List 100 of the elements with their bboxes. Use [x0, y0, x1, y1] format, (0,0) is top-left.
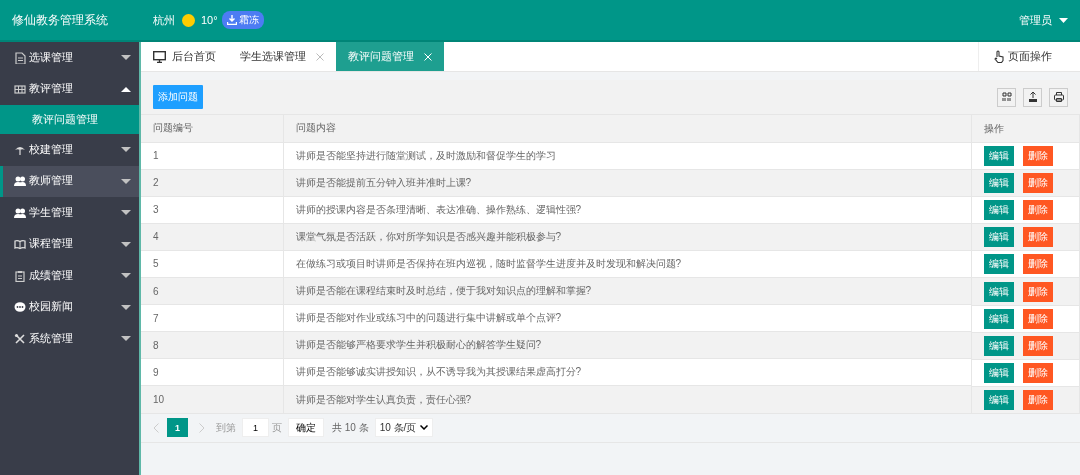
column-header: 问题编号: [153, 122, 193, 134]
table-cell: 讲师是否能对作业或练习中的问题进行集中讲解或单个点评?: [283, 304, 972, 332]
delete-button[interactable]: 删除: [1023, 254, 1053, 275]
page-unit-label: 页: [272, 420, 282, 435]
edit-button[interactable]: 编辑: [984, 335, 1014, 356]
column-header: 问题内容: [295, 122, 336, 134]
book-icon: [14, 238, 26, 251]
caret-down-icon: [121, 210, 131, 216]
caret-down-icon: [121, 55, 131, 61]
users-icon: [14, 206, 26, 219]
delete-button[interactable]: 删除: [1023, 281, 1053, 302]
edit-button[interactable]: 编辑: [984, 389, 1014, 410]
sidebar-item[interactable]: 校园新闻: [0, 291, 139, 323]
table-cell: 讲师是否能在课程结束时及时总结，便于我对知识点的理解和掌握?: [283, 277, 972, 305]
edit-button[interactable]: 编辑: [984, 173, 1014, 194]
weather-label: 霜冻: [238, 13, 259, 27]
edit-button[interactable]: 编辑: [984, 254, 1014, 275]
sidebar-subitem[interactable]: 教评问题管理: [0, 105, 139, 134]
chevron-left-icon: [153, 422, 159, 433]
delete-button[interactable]: 删除: [1023, 362, 1053, 383]
delete-button[interactable]: 删除: [1023, 200, 1053, 221]
caret-down-icon: [121, 241, 131, 247]
export-icon: [1026, 91, 1039, 103]
tools-icon: [14, 332, 26, 345]
table-cell: 1: [141, 142, 283, 170]
grid-icon: [14, 83, 26, 96]
sidebar-item[interactable]: 学生管理: [0, 197, 139, 229]
table-cell: 9: [141, 358, 283, 386]
delete-button[interactable]: 删除: [1023, 146, 1053, 167]
caret-down-icon: [121, 336, 131, 342]
tab[interactable]: 教评问题管理: [336, 42, 444, 71]
page-button[interactable]: 1: [167, 418, 188, 438]
delete-button[interactable]: 删除: [1023, 335, 1053, 356]
print-icon: [1052, 91, 1065, 103]
edit-button[interactable]: 编辑: [984, 308, 1014, 329]
add-question-button[interactable]: 添加问题: [153, 85, 203, 109]
user-menu[interactable]: 管理员: [1019, 12, 1068, 28]
caret-up-icon: [121, 86, 131, 92]
edit-button[interactable]: 编辑: [984, 281, 1014, 302]
users-icon: [14, 175, 26, 188]
delete-button[interactable]: 删除: [1023, 389, 1053, 410]
edit-button[interactable]: 编辑: [984, 200, 1014, 221]
edit-button[interactable]: 编辑: [984, 227, 1014, 248]
goto-label: 到第: [216, 420, 236, 435]
caret-down-icon: [121, 178, 131, 184]
edit-button[interactable]: 编辑: [984, 362, 1014, 383]
table-cell: 7: [141, 304, 283, 332]
sidebar-item[interactable]: 校建管理: [0, 134, 139, 166]
city-label: 杭州: [153, 12, 175, 28]
app-title: 修仙教务管理系统: [12, 11, 109, 29]
close-icon: [316, 52, 324, 61]
monitor-icon: [153, 50, 166, 63]
table-cell: 课堂气氛是否活跃，你对所学知识是否感兴趣并能积极参与?: [283, 223, 972, 251]
table-cell: 5: [141, 250, 283, 278]
caret-down-icon: [121, 304, 131, 310]
table-cell: 4: [141, 223, 283, 251]
table-cell: 讲师是否能够严格要求学生并积极耐心的解答学生疑问?: [283, 331, 972, 359]
chevron-right-icon: [199, 422, 205, 433]
caret-icon: [1059, 17, 1068, 23]
caret-down-icon: [121, 147, 131, 153]
page-input[interactable]: 1: [242, 418, 269, 438]
table-cell: 讲师是否能坚持进行随堂测试，及时激励和督促学生的学习: [283, 142, 972, 170]
sidebar-item[interactable]: 系统管理: [0, 323, 139, 355]
table-cell: 讲师是否能提前五分钟入班并准时上课?: [283, 169, 972, 197]
table-cell: 3: [141, 196, 283, 224]
close-icon: [424, 52, 432, 61]
temperature-label: 10°: [201, 14, 218, 26]
chevron-down-icon: [420, 425, 429, 431]
columns-button[interactable]: [997, 87, 1016, 107]
print-button[interactable]: [1049, 87, 1068, 107]
edit-button[interactable]: 编辑: [984, 146, 1014, 167]
page-size-select[interactable]: 10 条/页: [374, 418, 434, 438]
table-cell: 讲师的授课内容是否条理清晰、表达准确、操作熟练、逻辑性强?: [283, 196, 972, 224]
tab[interactable]: 后台首页: [141, 42, 228, 71]
columns-icon: [1000, 91, 1013, 103]
delete-button[interactable]: 删除: [1023, 308, 1053, 329]
page-actions-button[interactable]: 页面操作: [978, 42, 1080, 71]
tab[interactable]: 学生选课管理: [228, 42, 336, 71]
sidebar-item[interactable]: 成绩管理: [0, 260, 139, 292]
delete-button[interactable]: 删除: [1023, 173, 1053, 194]
sidebar-item[interactable]: 教师管理: [0, 165, 139, 197]
total-label: 共 10 条: [332, 420, 369, 435]
sidebar-item[interactable]: 教评管理: [0, 73, 139, 105]
column-header: 操作: [984, 122, 1004, 134]
table-cell: 在做练习或项目时讲师是否保持在班内巡视，随时监督学生进度并及时发现和解决问题?: [283, 250, 972, 278]
table-cell: 10: [141, 385, 283, 413]
caret-down-icon: [121, 273, 131, 279]
delete-button[interactable]: 删除: [1023, 227, 1053, 248]
sidebar-item[interactable]: 选课管理: [0, 42, 139, 74]
export-button[interactable]: [1023, 87, 1042, 107]
sidebar-item[interactable]: 课程管理: [0, 228, 139, 260]
document-icon: [14, 51, 26, 64]
table-cell: 6: [141, 277, 283, 305]
download-icon: [226, 15, 237, 25]
table-cell: 讲师是否能够诚实讲授知识，从不诱导我为其授课结果虚高打分?: [283, 358, 972, 386]
sun-icon: [182, 13, 195, 27]
chat-icon: [14, 301, 26, 314]
confirm-button[interactable]: 确定: [288, 418, 324, 438]
table-cell: 2: [141, 169, 283, 197]
table-cell: 讲师是否能对学生认真负责，责任心强?: [283, 385, 972, 413]
